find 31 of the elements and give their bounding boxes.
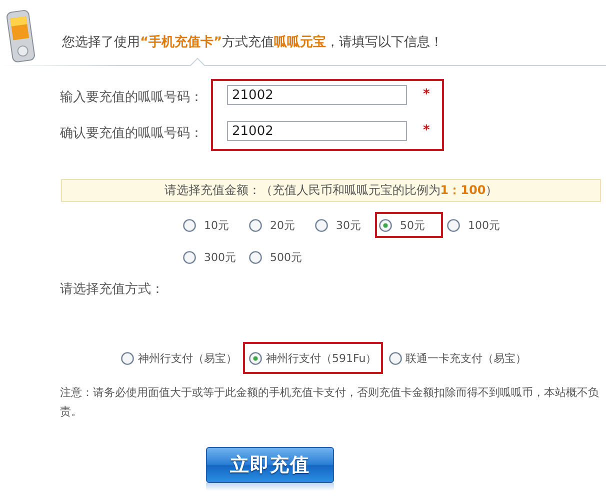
payment-option[interactable]: 神州行支付（易宝） [121,350,237,366]
radio-button[interactable] [183,250,196,264]
amount-option[interactable]: 10元 [183,218,229,232]
radio-button[interactable] [183,218,196,232]
required-mark: * [423,87,430,102]
amount-option[interactable]: 100元 [447,218,500,232]
payment-option[interactable]: 神州行支付（591Fu） [249,350,377,366]
radio-button[interactable] [379,218,392,232]
input-field[interactable]: 21002 [227,85,407,105]
submit-button[interactable]: 立即充值 [206,447,334,483]
radio-button[interactable] [388,352,402,364]
field-label: 输入要充值的呱呱号码： [60,89,203,106]
radio-button[interactable] [249,218,262,232]
radio-button[interactable] [315,218,328,232]
radio-button[interactable] [121,352,134,364]
radio-button[interactable] [447,218,460,232]
payment-option[interactable]: 联通一卡充支付（易宝） [388,350,527,366]
input-field[interactable]: 21002 [227,121,407,141]
radio-button[interactable] [249,352,262,364]
required-mark: * [423,123,430,138]
amount-option[interactable]: 50元 [379,218,425,232]
amount-notice: 请选择充值金额：（充值人民币和呱呱元宝的比例为1：100） [61,179,601,202]
amount-option[interactable]: 20元 [249,218,295,232]
radio-button[interactable] [249,250,262,264]
section-title: 请选择充值方式： [60,281,165,298]
field-label: 确认要充值的呱呱号码： [60,125,203,142]
notice-text: 注意：请务必使用面值大于或等于此金额的手机充值卡支付，否则充值卡金额扣除而得不到呱呱币，本站概不负责。 [60,385,600,420]
amount-option[interactable]: 30元 [315,218,361,232]
amount-option[interactable]: 300元 [183,250,236,264]
instruction-text: 您选择了使用“手机充值卡”方式充值呱呱元宝，请填写以下信息！ [62,34,444,51]
amount-option[interactable]: 500元 [249,250,302,264]
